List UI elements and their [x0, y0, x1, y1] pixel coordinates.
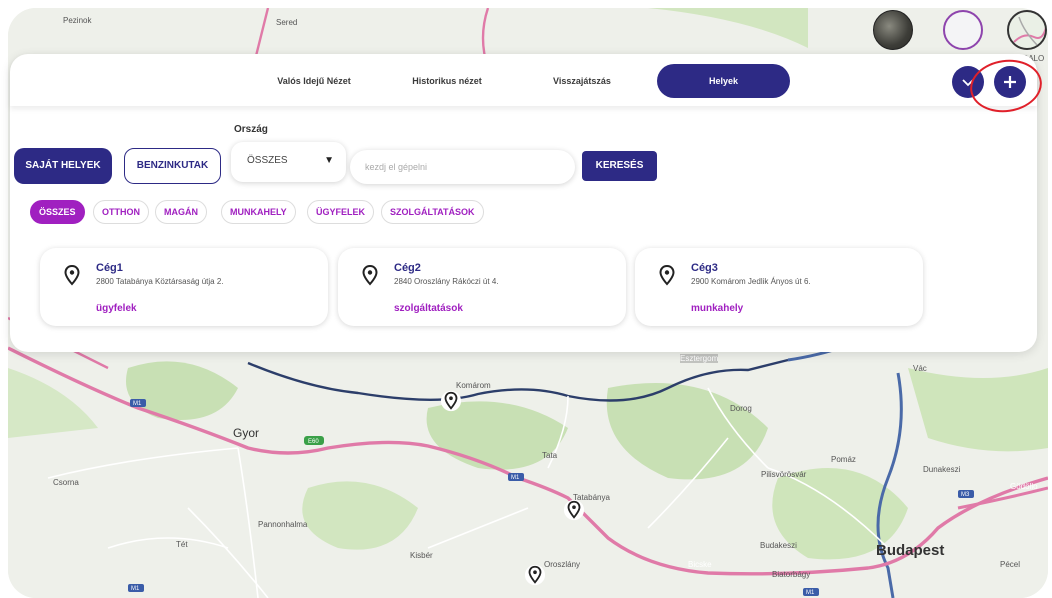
city-label-tata: Tata: [542, 451, 558, 460]
city-label-sered: Sered: [276, 18, 298, 27]
place-category: ügyfelek: [96, 303, 137, 314]
view-tabbar: Valós Idejű Nézet Historikus nézet Vissz…: [10, 54, 1037, 106]
map-pin-komarom[interactable]: [440, 390, 462, 412]
caret-down-icon: ▼: [324, 155, 334, 166]
city-label-kisber: Kisbér: [410, 551, 433, 560]
tab-playback[interactable]: Visszajátszás: [512, 64, 652, 98]
road-sign-m1-b: M1: [511, 475, 520, 481]
country-select[interactable]: ÖSSZES ▼: [231, 142, 346, 182]
place-address: 2800 Tatabánya Köztársaság útja 2.: [96, 277, 224, 286]
place-card-3[interactable]: Cég3 2900 Komárom Jedlik Ányos út 6. mun…: [635, 248, 923, 326]
place-card-1[interactable]: Cég1 2800 Tatabánya Köztársaság útja 2. …: [40, 248, 328, 326]
road-sign-m1-c: M1: [806, 590, 815, 596]
city-label-pecel: Pécel: [1000, 560, 1021, 569]
city-label-pomaz: Pomáz: [831, 455, 856, 464]
city-label-budapest: Budapest: [876, 542, 945, 559]
filter-chip-services[interactable]: SZOLGÁLTATÁSOK: [381, 200, 484, 224]
city-label-csorna: Csorna: [53, 478, 79, 487]
city-label-oroszlany: Oroszlány: [544, 560, 581, 569]
plain-map-thumbnail[interactable]: [943, 10, 983, 50]
place-address: 2840 Oroszlány Rákóczi út 4.: [394, 277, 499, 286]
filter-chip-workplace[interactable]: MUNKAHELY: [221, 200, 296, 224]
city-label-budakeszi: Budakeszi: [760, 541, 797, 550]
filter-chip-home[interactable]: OTTHON: [93, 200, 149, 224]
filter-chip-clients[interactable]: ÜGYFELEK: [307, 200, 375, 224]
tab-places[interactable]: Helyek: [657, 64, 790, 98]
place-address: 2900 Komárom Jedlik Ányos út 6.: [691, 277, 811, 286]
city-label-pilisvorosvar: Pilisvörösvár: [761, 470, 807, 479]
place-category: szolgáltatások: [394, 303, 463, 314]
location-pin-icon: [362, 264, 378, 286]
search-input[interactable]: [350, 150, 575, 184]
tab-historical-view[interactable]: Historikus nézet: [380, 64, 514, 98]
city-label-dunakeszi: Dunakeszi: [923, 465, 961, 474]
city-label-dorog: Dorog: [730, 404, 752, 413]
city-label-biatorbagy: Biatorbágy: [772, 570, 811, 579]
location-pin-icon: [659, 264, 675, 286]
city-label-pezinok: Pezinok: [63, 16, 92, 25]
city-label-esztergom: Esztergom: [680, 354, 719, 363]
fuel-stations-button[interactable]: BENZINKUTAK: [124, 148, 221, 184]
place-name: Cég1: [96, 262, 123, 274]
filter-chip-all[interactable]: ÖSSZES: [30, 200, 85, 224]
city-label-bicske: Bicske: [688, 560, 712, 569]
search-button[interactable]: KERESÉS: [582, 151, 657, 181]
place-category: munkahely: [691, 303, 744, 314]
city-label-pannonhalma: Pannonhalma: [258, 520, 308, 529]
tab-realtime-view[interactable]: Valós Idejű Nézet: [247, 64, 381, 98]
place-card-2[interactable]: Cég2 2840 Oroszlány Rákóczi út 4. szolgá…: [338, 248, 626, 326]
city-label-vac: Vác: [913, 364, 927, 373]
place-name: Cég2: [394, 262, 421, 274]
map-pin-tatabanya[interactable]: [563, 499, 585, 521]
city-label-komarom: Komárom: [456, 381, 491, 390]
own-places-button[interactable]: SAJÁT HELYEK: [14, 148, 112, 184]
road-map-thumbnail[interactable]: [1007, 10, 1047, 50]
road-sign-m3: M3: [961, 492, 970, 498]
road-sign-m1-a: M1: [133, 401, 142, 407]
country-label: Ország: [234, 124, 268, 135]
map-pin-oroszlany[interactable]: [524, 564, 546, 586]
location-pin-icon: [64, 264, 80, 286]
city-label-gyor: Gyor: [233, 426, 260, 440]
city-label-godollo: Gödöllo: [1010, 482, 1038, 491]
road-sign-m0: M1: [131, 586, 140, 592]
place-name: Cég3: [691, 262, 718, 274]
road-sign-e60: E60: [308, 439, 319, 445]
filter-chip-private[interactable]: MAGÁN: [155, 200, 207, 224]
city-label-tet: Tét: [176, 540, 188, 549]
country-select-value: ÖSSZES: [247, 155, 288, 166]
satellite-map-thumbnail[interactable]: [873, 10, 913, 50]
